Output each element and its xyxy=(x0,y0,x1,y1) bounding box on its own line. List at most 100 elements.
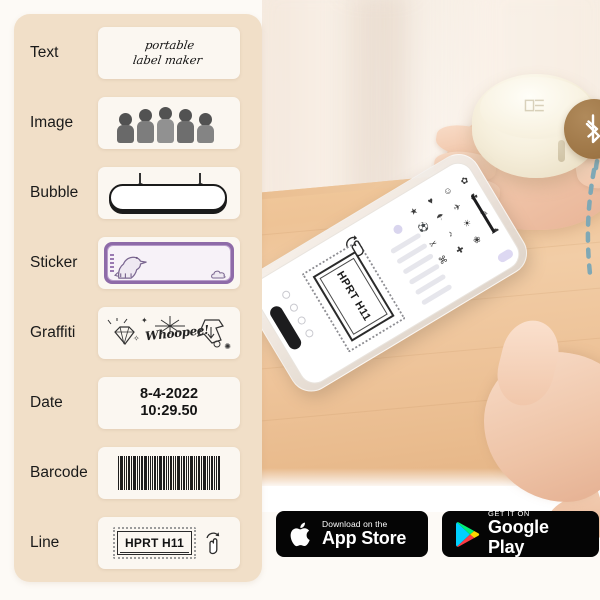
sparkle-icon: ✺ xyxy=(224,342,231,351)
barcode-bar xyxy=(193,456,195,490)
date-sample-date: 8-4-2022 xyxy=(139,385,199,402)
feature-row-bubble: Bubble xyxy=(14,162,262,224)
barcode-bar xyxy=(149,456,151,490)
barcode-bar xyxy=(180,456,182,490)
feature-label-sticker: Sticker xyxy=(30,254,78,271)
barcode-bar xyxy=(151,456,153,490)
person xyxy=(177,109,194,143)
sparkle-icon: ✦ xyxy=(141,316,148,325)
barcode-bar xyxy=(172,456,174,490)
barcode-bar xyxy=(140,456,143,490)
line-sample-text: HPRT H11 xyxy=(125,536,184,550)
barcode-bar xyxy=(189,456,193,490)
barcode-bar xyxy=(200,456,202,490)
barcode-bar xyxy=(153,456,156,490)
feature-row-line: Line HPRT H11 xyxy=(14,512,262,574)
barcode-bar xyxy=(215,456,217,490)
feature-row-sticker: Sticker xyxy=(14,232,262,294)
product-photo-scene: HPRT H11 ★♥☺✿⚽☂✈☘✂♪ xyxy=(262,0,600,512)
label-preview-text: HPRT H11 xyxy=(334,269,374,324)
tool-indicator-dot xyxy=(391,223,404,236)
barcode-bar xyxy=(167,456,169,490)
text-sample-line1: portable xyxy=(144,37,196,52)
feature-label-text: Text xyxy=(30,44,59,61)
product-marketing-image: HPRT H11 ★♥☺✿⚽☂✈☘✂♪ xyxy=(0,0,600,600)
people-photo-sample xyxy=(117,103,221,143)
sample-card-line[interactable]: HPRT H11 xyxy=(98,517,240,569)
person xyxy=(137,109,154,143)
feature-label-line: Line xyxy=(30,534,60,551)
feature-label-barcode: Barcode xyxy=(30,464,88,481)
app-store-badge-title: App Store xyxy=(322,527,407,548)
printer-brand-logo-icon xyxy=(524,99,544,112)
sample-card-text[interactable]: portable label maker xyxy=(98,27,240,79)
barcode-bar xyxy=(182,456,185,490)
google-play-badge[interactable]: GET IT ON Google Play xyxy=(442,510,599,557)
sample-card-sticker[interactable] xyxy=(98,237,240,289)
date-sample: 8-4-2022 10:29.50 xyxy=(140,386,198,420)
barcode-bar xyxy=(213,456,215,490)
feature-row-text: Text portable label maker xyxy=(14,22,262,84)
barcode-bar xyxy=(138,456,140,490)
store-badges: Download on the App Store GET IT ON Goog… xyxy=(276,510,599,557)
barcode-bar xyxy=(127,456,130,490)
dinosaur-icon xyxy=(114,256,147,279)
barcode-bar xyxy=(156,456,158,490)
barcode-bar xyxy=(136,456,138,490)
barcode-bar xyxy=(197,456,200,490)
tap-hand-icon[interactable] xyxy=(203,531,225,555)
graffiti-sample: ✦ ✧ Whoopee! ✺ xyxy=(105,314,233,352)
barcode-bar xyxy=(147,456,149,490)
barcode-bar xyxy=(130,456,132,490)
barcode-bar xyxy=(162,456,165,490)
sample-card-date[interactable]: 8-4-2022 10:29.50 xyxy=(98,377,240,429)
barcode-sample xyxy=(117,456,221,490)
label-types-panel: Text portable label maker Image Bubble S… xyxy=(14,14,262,582)
bubble-sample xyxy=(109,173,229,213)
barcode-bar xyxy=(206,456,208,490)
google-play-icon xyxy=(455,521,480,548)
barcode-bar xyxy=(176,456,180,490)
sticker-cloud-icon xyxy=(211,270,226,279)
line-sample: HPRT H11 xyxy=(113,527,225,559)
barcode-bar xyxy=(217,456,220,490)
barcode-bar xyxy=(174,456,176,490)
sample-card-barcode[interactable] xyxy=(98,447,240,499)
sample-card-bubble[interactable] xyxy=(98,167,240,219)
barcode-bar xyxy=(125,456,127,490)
feature-label-graffiti: Graffiti xyxy=(30,324,76,341)
feature-row-barcode: Barcode xyxy=(14,442,262,504)
sample-card-graffiti[interactable]: ✦ ✧ Whoopee! ✺ xyxy=(98,307,240,359)
apple-icon xyxy=(289,520,314,549)
barcode-bar xyxy=(185,456,187,490)
sample-card-image[interactable] xyxy=(98,97,240,149)
app-store-badge[interactable]: Download on the App Store xyxy=(276,511,428,557)
text-sample: portable label maker xyxy=(132,38,205,68)
barcode-bar xyxy=(158,456,162,490)
date-sample-time: 10:29.50 xyxy=(140,403,198,419)
barcode-bar xyxy=(165,456,167,490)
barcode-bar xyxy=(132,456,136,490)
person xyxy=(117,113,134,143)
person xyxy=(197,113,214,143)
hand-holding-phone xyxy=(484,314,600,512)
feature-row-image: Image xyxy=(14,92,262,154)
feature-label-image: Image xyxy=(30,114,74,131)
barcode-bar xyxy=(202,456,206,490)
sparkle-icon: ✧ xyxy=(133,334,140,343)
barcode-bar xyxy=(143,456,147,490)
feature-row-date: Date 8-4-2022 10:29.50 xyxy=(14,372,262,434)
barcode-bar xyxy=(187,456,189,490)
barcode-bar xyxy=(195,456,197,490)
barcode-bar xyxy=(210,456,213,490)
feature-label-date: Date xyxy=(30,394,63,411)
google-play-badge-title: Google Play xyxy=(488,517,549,557)
barcode-bar xyxy=(169,456,172,490)
text-sample-line2: label maker xyxy=(132,53,204,67)
barcode-bar xyxy=(208,456,210,490)
app-active-tab-pill[interactable] xyxy=(496,247,515,264)
sticker-inner xyxy=(107,245,231,281)
barcode-bar xyxy=(117,456,119,490)
bubble-body xyxy=(109,184,227,211)
person xyxy=(157,107,174,143)
